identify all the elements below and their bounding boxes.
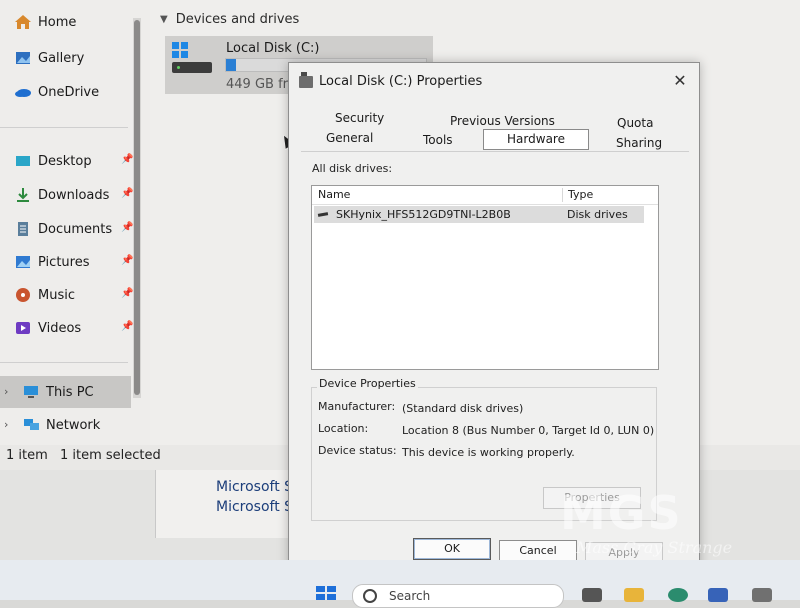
- manufacturer-value: (Standard disk drives): [402, 402, 524, 415]
- nav-label: Gallery: [38, 50, 85, 66]
- nav-label: Music: [38, 287, 75, 303]
- pin-icon[interactable]: 📌: [121, 222, 133, 234]
- tab-previous-versions[interactable]: Previous Versions: [450, 114, 555, 128]
- drive-model: SKHynix_HFS512GD9TNI-L2B0B: [336, 208, 511, 221]
- chevron-right-icon[interactable]: ›: [4, 385, 8, 398]
- pin-icon[interactable]: 📌: [121, 154, 133, 166]
- watermark-text: Mass Gray Strange: [576, 538, 733, 557]
- disk-drive-icon: [317, 212, 329, 217]
- pin-icon[interactable]: 📌: [121, 188, 133, 200]
- pin-icon[interactable]: 📌: [121, 255, 133, 267]
- nav-scrollbar-thumb[interactable]: [134, 20, 140, 395]
- tab-quota[interactable]: Quota: [617, 116, 653, 130]
- location-value: Location 8 (Bus Number 0, Target Id 0, L…: [402, 424, 655, 437]
- desktop-icon: [16, 156, 30, 166]
- drive-name: Local Disk (C:): [226, 41, 320, 56]
- nav-item-onedrive[interactable]: OneDrive: [14, 81, 139, 103]
- tab-hardware[interactable]: Hardware: [483, 129, 589, 150]
- column-divider[interactable]: [562, 188, 563, 202]
- watermark: MGS Mass Gray Strange: [560, 486, 760, 566]
- drive-icon: [299, 71, 313, 88]
- pin-icon[interactable]: 📌: [121, 288, 133, 300]
- tab-security[interactable]: Security: [335, 111, 384, 125]
- nav-label: Downloads: [38, 187, 110, 203]
- nav-label: This PC: [46, 384, 94, 400]
- disk-drives-list[interactable]: Name Type SKHynix_HFS512GD9TNI-L2B0B Dis…: [311, 185, 659, 370]
- device-status-value: This device is working properly.: [402, 446, 575, 459]
- column-header-name[interactable]: Name: [318, 188, 350, 201]
- tab-sharing[interactable]: Sharing: [616, 136, 662, 150]
- column-header-type[interactable]: Type: [568, 188, 593, 201]
- nav-label: Documents: [38, 221, 113, 237]
- nav-label: Home: [38, 14, 77, 30]
- search-placeholder: Search: [389, 589, 431, 603]
- pictures-icon: [16, 256, 30, 268]
- cloud-icon: [15, 89, 31, 97]
- pin-icon[interactable]: 📌: [121, 321, 133, 333]
- nav-label: Network: [46, 417, 101, 433]
- tab-tools[interactable]: Tools: [423, 133, 453, 147]
- all-disk-drives-label: All disk drives:: [312, 162, 393, 175]
- nav-item-desktop[interactable]: Desktop 📌: [14, 150, 139, 172]
- nav-item-this-pc[interactable]: This PC: [22, 381, 147, 403]
- music-icon: [16, 288, 30, 302]
- nav-item-network[interactable]: Network: [22, 414, 147, 436]
- group-title: Device Properties: [317, 377, 418, 390]
- background-text: Microsoft S: [216, 499, 294, 515]
- hard-drive-icon: [172, 62, 212, 73]
- nav-label: Pictures: [38, 254, 90, 270]
- nav-item-pictures[interactable]: Pictures 📌: [14, 251, 139, 273]
- nav-item-downloads[interactable]: Downloads 📌: [14, 184, 139, 206]
- nav-item-documents[interactable]: Documents 📌: [14, 218, 139, 240]
- background-text: Microsoft S: [216, 479, 294, 495]
- taskbar-search-box[interactable]: Search: [352, 584, 564, 608]
- nav-item-videos[interactable]: Videos 📌: [14, 317, 139, 339]
- nav-item-music[interactable]: Music 📌: [14, 284, 139, 306]
- nav-label: Videos: [38, 320, 82, 336]
- home-icon: [15, 15, 31, 29]
- tab-general[interactable]: General: [326, 131, 373, 145]
- devices-section-header[interactable]: ▼ Devices and drives: [160, 12, 299, 27]
- computer-icon: [24, 386, 38, 398]
- watermark-logo: MGS: [560, 486, 683, 540]
- navigation-pane: Home Gallery OneDrive Desktop 📌 Download…: [0, 0, 150, 445]
- dialog-title: Local Disk (C:) Properties: [319, 74, 483, 89]
- close-button[interactable]: ✕: [671, 72, 689, 90]
- device-status-label: Device status:: [318, 444, 397, 457]
- nav-item-home[interactable]: Home: [14, 11, 139, 33]
- drive-type: Disk drives: [567, 208, 628, 221]
- dialog-title-bar: Local Disk (C:) Properties: [299, 71, 483, 89]
- windows-start-icon[interactable]: [316, 586, 336, 600]
- ok-button[interactable]: OK: [413, 538, 491, 560]
- nav-label: OneDrive: [38, 84, 100, 100]
- nav-item-gallery[interactable]: Gallery: [14, 47, 139, 69]
- nav-divider: [0, 127, 128, 128]
- nav-label: Desktop: [38, 153, 92, 169]
- selection-count: 1 item selected: [60, 448, 161, 463]
- item-count: 1 item: [6, 448, 48, 463]
- video-icon: [16, 322, 30, 334]
- table-row[interactable]: SKHynix_HFS512GD9TNI-L2B0B Disk drives: [314, 206, 644, 223]
- chevron-down-icon: ▼: [160, 14, 168, 25]
- document-icon: [18, 222, 28, 236]
- drive-usage-fill: [226, 59, 236, 71]
- chevron-right-icon[interactable]: ›: [4, 418, 8, 431]
- nav-divider: [0, 362, 128, 363]
- list-header: Name Type: [312, 186, 658, 205]
- windows-logo-icon: [172, 42, 188, 58]
- gallery-icon: [16, 52, 30, 64]
- search-icon: [363, 589, 377, 603]
- location-label: Location:: [318, 422, 369, 435]
- section-title: Devices and drives: [175, 12, 300, 27]
- manufacturer-label: Manufacturer:: [318, 400, 396, 413]
- download-icon: [17, 188, 29, 202]
- network-icon: [24, 419, 39, 430]
